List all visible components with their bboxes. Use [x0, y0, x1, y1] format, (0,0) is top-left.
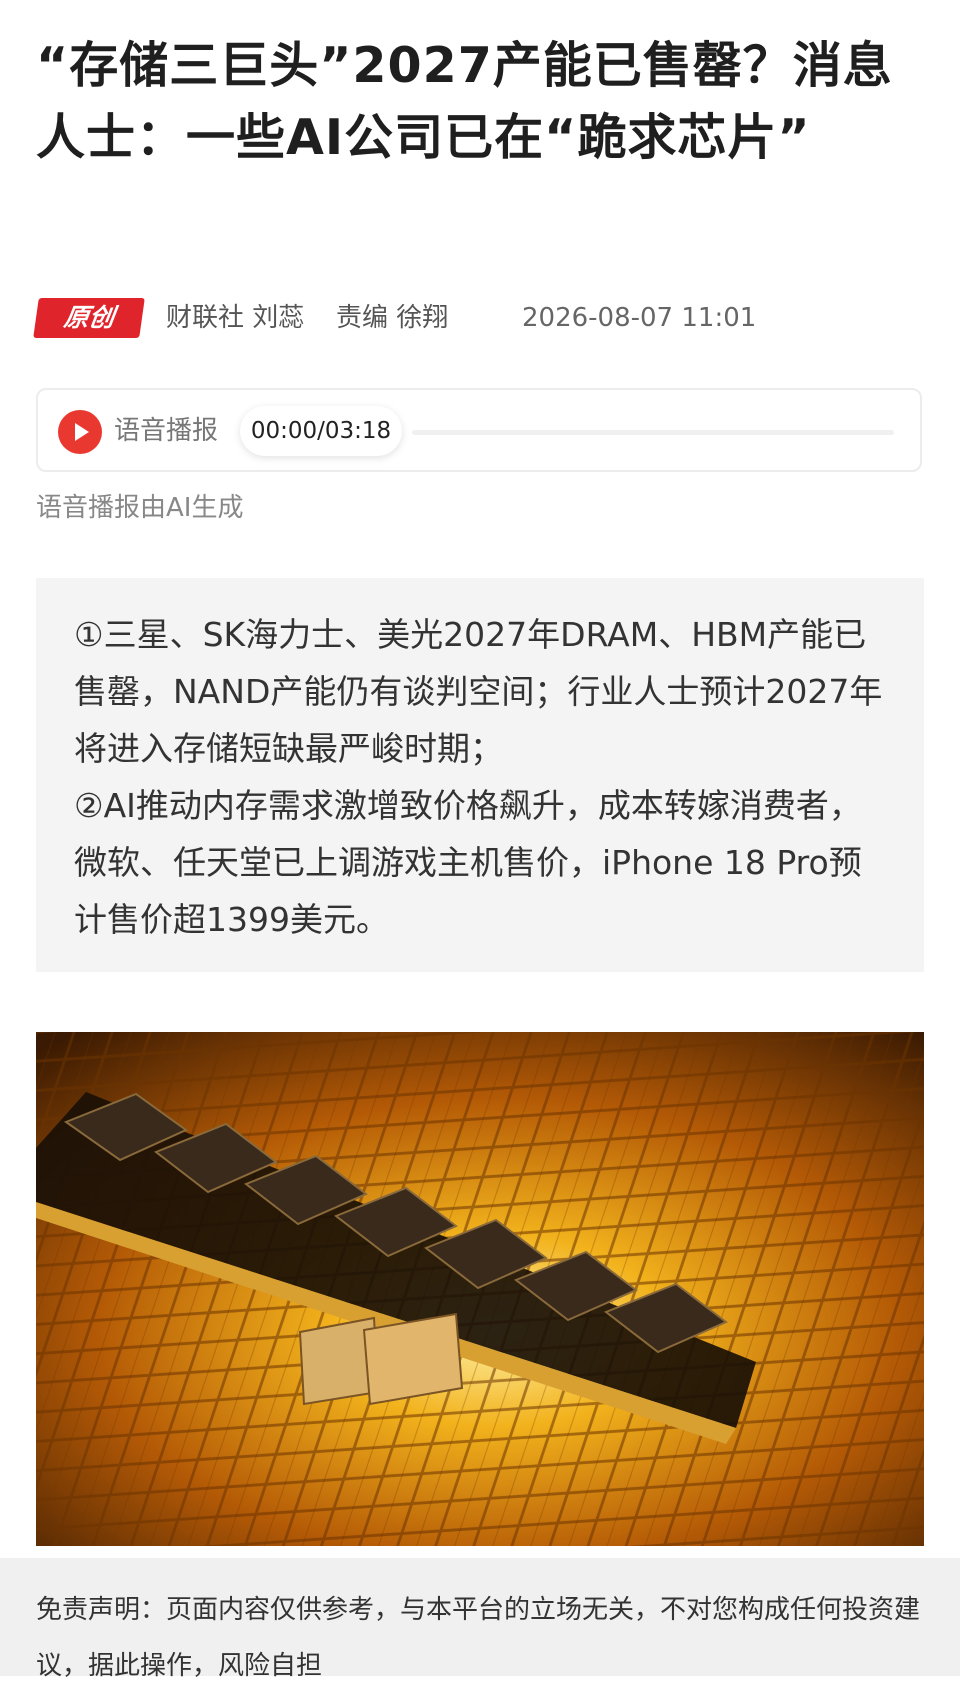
- article-datetime: 2026-08-07 11:01: [522, 303, 757, 333]
- audio-note: 语音播报由AI生成: [36, 493, 244, 523]
- article-source[interactable]: 财联社 刘蕊: [166, 300, 304, 336]
- summary-box: ①三星、SK海力士、美光2027年DRAM、HBM产能已售罄，NAND产能仍有谈…: [36, 578, 924, 972]
- original-badge: 原创: [33, 298, 145, 338]
- audio-progress-track[interactable]: [412, 430, 894, 435]
- article-meta: 原创 财联社 刘蕊 责编 徐翔 2026-08-07 11:01: [33, 296, 926, 340]
- article-title: “存储三巨头”2027产能已售罄？消息人士：一些AI公司已在“跪求芯片”: [36, 37, 893, 166]
- disclaimer-bar: 免责声明：页面内容仅供参考，与本平台的立场无关，不对您构成任何投资建议，据此操作…: [0, 1558, 960, 1681]
- article-editor: 责编 徐翔: [336, 303, 449, 333]
- play-icon[interactable]: [58, 410, 102, 454]
- memory-module-photo: [36, 1032, 924, 1546]
- audio-time: 00:00/03:18: [240, 406, 402, 456]
- disclaimer-text: 免责声明：页面内容仅供参考，与本平台的立场无关，不对您构成任何投资建议，据此操作…: [36, 1595, 921, 1681]
- audio-player: 语音播报 00:00/03:18: [36, 388, 922, 472]
- summary-point-1: ①三星、SK海力士、美光2027年DRAM、HBM产能已售罄，NAND产能仍有谈…: [74, 615, 883, 768]
- summary-point-2: ②AI推动内存需求激增致价格飙升，成本转嫁消费者，微软、任天堂已上调游戏主机售价…: [74, 786, 862, 939]
- audio-label: 语音播报: [114, 416, 219, 446]
